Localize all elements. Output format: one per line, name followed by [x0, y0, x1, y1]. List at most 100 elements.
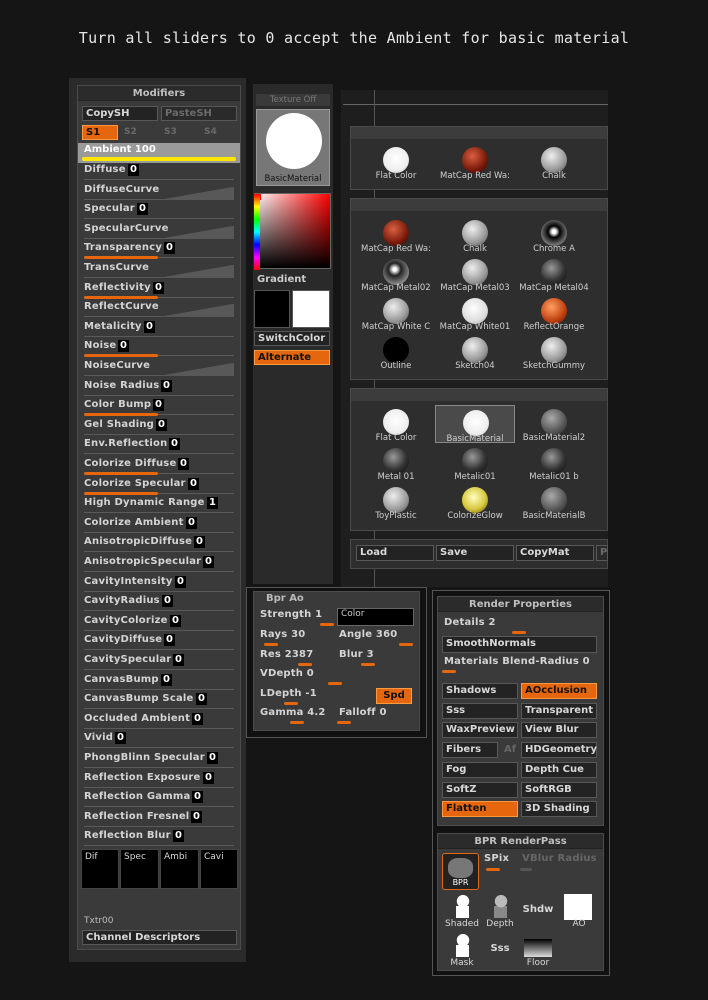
slider-track[interactable]	[84, 610, 234, 612]
angle-slider[interactable]: Angle 360	[337, 628, 415, 647]
slider-reflectcurve[interactable]: ReflectCurve	[82, 300, 236, 319]
pass-sss[interactable]: Sss	[483, 933, 517, 969]
slider-fill[interactable]	[84, 256, 158, 260]
slider-thumb[interactable]	[399, 643, 413, 646]
slider-noise[interactable]: Noise 0	[82, 339, 236, 358]
smooth-normals-button[interactable]: SmoothNormals	[442, 636, 597, 653]
render-toggle-sss[interactable]: Sss	[442, 702, 518, 719]
texture-off-button[interactable]: Texture Off	[256, 94, 330, 106]
slider-thumb[interactable]	[520, 868, 532, 871]
slider-transparency[interactable]: Transparency 0	[82, 241, 236, 260]
slider-thumb[interactable]	[264, 643, 278, 646]
channel-spec[interactable]: Spec	[120, 849, 159, 889]
slider-occluded-ambient[interactable]: Occluded Ambient 0	[82, 712, 236, 731]
strength-slider[interactable]: Strength 1	[258, 608, 336, 627]
material-sketch04[interactable]: Sketch04	[435, 333, 515, 371]
slider-thumb[interactable]	[486, 868, 500, 871]
res-slider[interactable]: Res 2387	[258, 648, 336, 667]
slider-reflection-gamma[interactable]: Reflection Gamma 0	[82, 790, 236, 809]
material-reflectorange[interactable]: ReflectOrange	[514, 294, 594, 332]
slider-canvasbump-scale[interactable]: CanvasBump Scale 0	[82, 692, 236, 711]
main-color-swatch[interactable]	[254, 290, 290, 328]
save-button[interactable]: Save	[436, 545, 514, 561]
blur-slider[interactable]: Blur 3	[337, 648, 415, 667]
material-basicmaterial[interactable]: BasicMaterial	[435, 405, 515, 444]
material-metalic01[interactable]: Metalic01	[435, 444, 515, 482]
slider-thumb[interactable]	[512, 631, 526, 634]
tab-s3[interactable]: S3	[164, 127, 177, 137]
ambient-slider[interactable]: Ambient 100	[78, 143, 240, 163]
slider-transcurve[interactable]: TransCurve	[82, 261, 236, 280]
slider-thumb[interactable]	[337, 721, 351, 724]
pass-floor[interactable]: Floor	[521, 933, 555, 969]
tab-s4[interactable]: S4	[204, 127, 217, 137]
material-metalic01-b[interactable]: Metalic01 b	[514, 444, 594, 482]
slider-track[interactable]	[84, 786, 234, 788]
pass-depth[interactable]: Depth	[483, 894, 517, 930]
channel-dif[interactable]: Dif	[81, 849, 119, 889]
slider-high-dynamic-range[interactable]: High Dynamic Range 1	[82, 496, 236, 515]
pass-ao[interactable]: AO	[562, 894, 596, 930]
slider-track[interactable]	[84, 453, 234, 455]
slider-colorize-diffuse[interactable]: Colorize Diffuse 0	[82, 457, 236, 476]
material-matcap-white01[interactable]: MatCap White01	[435, 294, 515, 332]
material-matcap-metal04[interactable]: MatCap Metal04	[514, 255, 594, 293]
vblur-slider[interactable]: VBlur Radius	[520, 852, 600, 871]
slider-thumb[interactable]	[284, 702, 298, 705]
slider-thumb[interactable]	[361, 663, 375, 666]
render-toggle-softrgb[interactable]: SoftRGB	[521, 781, 597, 798]
slider-anisotropicdiffuse[interactable]: AnisotropicDiffuse 0	[82, 535, 236, 554]
slider-specular[interactable]: Specular 0	[82, 202, 236, 221]
slider-track[interactable]	[84, 806, 234, 808]
slider-env-reflection[interactable]: Env.Reflection 0	[82, 437, 236, 456]
rays-slider[interactable]: Rays 30	[258, 628, 336, 647]
material-chalk[interactable]: Chalk	[514, 143, 594, 181]
slider-track[interactable]	[84, 727, 234, 729]
slider-fill[interactable]	[84, 491, 158, 495]
render-toggle-view-blur[interactable]: View Blur	[521, 722, 597, 739]
details-slider[interactable]: Details 2	[442, 616, 597, 635]
hue-strip[interactable]	[254, 194, 260, 270]
ldepth-slider[interactable]: LDepth -1	[258, 687, 368, 706]
load-button[interactable]: Load	[356, 545, 434, 561]
tab-s2[interactable]: S2	[124, 127, 137, 137]
material-chalk[interactable]: Chalk	[435, 216, 515, 254]
current-material-thumb[interactable]: BasicMaterial	[256, 109, 330, 186]
slider-thumb[interactable]	[298, 663, 312, 666]
slider-track[interactable]	[84, 551, 234, 553]
slider-thumb[interactable]	[328, 682, 342, 685]
slider-colorize-ambient[interactable]: Colorize Ambient 0	[82, 516, 236, 535]
material-flat-color[interactable]: Flat Color	[356, 405, 436, 443]
slider-track[interactable]	[84, 394, 234, 396]
spd-button[interactable]: Spd	[376, 688, 412, 704]
render-toggle-aocclusion[interactable]: AOcclusion	[521, 683, 597, 699]
slider-track[interactable]	[84, 571, 234, 572]
slider-thumb[interactable]	[290, 721, 304, 724]
slider-track[interactable]	[84, 669, 234, 670]
render-toggle-hdgeometry[interactable]: HDGeometry	[521, 742, 597, 759]
slider-diffusecurve[interactable]: DiffuseCurve	[82, 183, 236, 202]
copy-sh-button[interactable]: CopySH	[82, 106, 158, 121]
slider-track[interactable]	[84, 218, 234, 220]
material-toyplastic[interactable]: ToyPlastic	[356, 483, 436, 521]
slider-anisotropicspecular[interactable]: AnisotropicSpecular 0	[82, 555, 236, 574]
slider-colorize-specular[interactable]: Colorize Specular 0	[82, 477, 236, 496]
render-toggle-3d-shading[interactable]: 3D Shading	[521, 801, 597, 818]
slider-track[interactable]	[84, 531, 234, 533]
slider-track[interactable]	[84, 767, 234, 768]
slider-track[interactable]	[84, 747, 234, 749]
material-flat-color[interactable]: Flat Color	[356, 143, 436, 181]
slider-fill[interactable]	[84, 295, 158, 299]
render-toggle-flatten[interactable]: Flatten	[442, 801, 518, 818]
paste-mat-button[interactable]: P	[596, 545, 608, 561]
slider-cavitycolorize[interactable]: CavityColorize 0	[82, 614, 236, 633]
pass-shdw[interactable]: Shdw	[521, 894, 555, 930]
channel-cavi[interactable]: Cavi	[200, 849, 238, 889]
material-matcap-metal03[interactable]: MatCap Metal03	[435, 255, 515, 293]
slider-track[interactable]	[84, 179, 234, 180]
slider-reflectivity[interactable]: Reflectivity 0	[82, 281, 236, 300]
material-chrome-a[interactable]: Chrome A	[514, 216, 594, 254]
curve-preview[interactable]	[160, 304, 234, 318]
render-toggle-depth-cue[interactable]: Depth Cue	[521, 761, 597, 778]
curve-preview[interactable]	[160, 225, 234, 239]
